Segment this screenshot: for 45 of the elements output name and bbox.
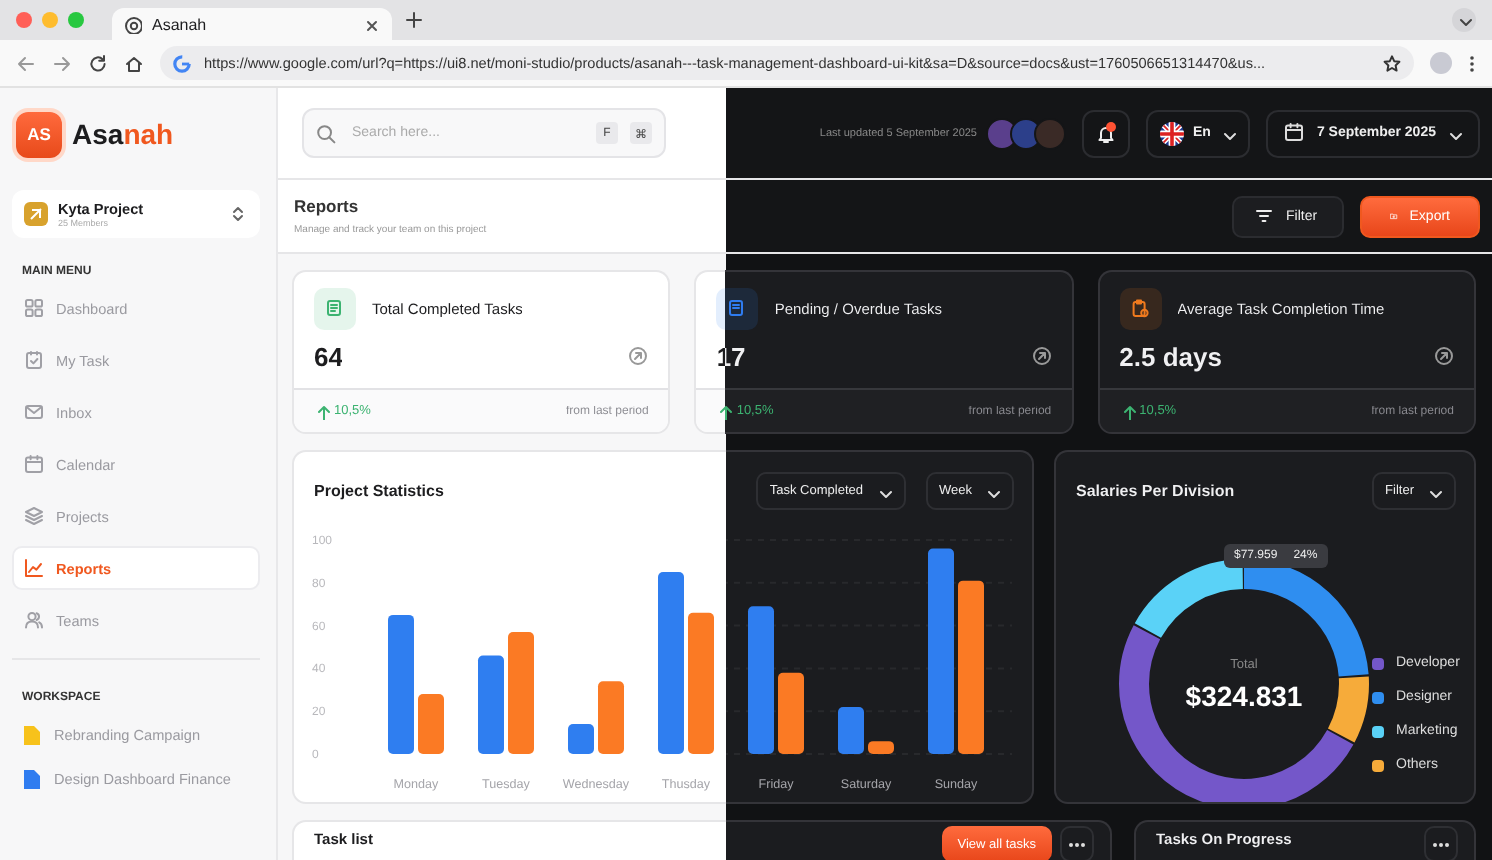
more-icon bbox=[1068, 841, 1086, 847]
more-button[interactable] bbox=[1060, 826, 1094, 860]
chevron-updown-icon bbox=[228, 204, 248, 224]
browser-favicon-icon bbox=[124, 15, 142, 33]
avatar bbox=[1033, 117, 1065, 149]
arrow-circle-icon[interactable] bbox=[1031, 346, 1052, 366]
arrow-up-icon bbox=[716, 403, 733, 419]
back-arrow-icon[interactable] bbox=[16, 53, 36, 73]
browser-tab[interactable]: Asanah bbox=[112, 8, 392, 40]
mail-icon bbox=[24, 402, 44, 422]
users-icon bbox=[24, 610, 44, 630]
more-button[interactable] bbox=[1424, 826, 1458, 860]
arrow-up-icon bbox=[314, 403, 330, 419]
arrow-circle-icon[interactable] bbox=[1433, 346, 1454, 366]
stat-value: 64 bbox=[314, 341, 343, 371]
star-icon[interactable] bbox=[1382, 53, 1402, 73]
tab-menu-button[interactable] bbox=[1452, 8, 1476, 32]
layers-icon bbox=[24, 506, 44, 526]
more-icon bbox=[1432, 841, 1450, 847]
brand-name: Asanah bbox=[72, 118, 174, 150]
task-icon bbox=[24, 350, 44, 370]
flag-icon bbox=[1159, 121, 1183, 145]
more-icon[interactable] bbox=[1468, 53, 1476, 73]
home-icon[interactable] bbox=[124, 53, 144, 73]
page-title: Reports bbox=[294, 196, 361, 216]
calendar-icon bbox=[24, 454, 44, 474]
arrow-circle-icon[interactable] bbox=[628, 346, 649, 366]
stat-value: 2.5 days bbox=[1119, 341, 1222, 371]
avatar bbox=[985, 117, 1017, 149]
calendar-icon bbox=[1284, 122, 1307, 144]
search-icon bbox=[316, 123, 336, 143]
plus-icon[interactable] bbox=[404, 10, 424, 30]
filter-icon bbox=[1254, 206, 1274, 226]
project-icon bbox=[24, 202, 48, 226]
close-icon[interactable] bbox=[362, 15, 380, 33]
dashboard-icon bbox=[24, 298, 44, 318]
chart-icon bbox=[24, 558, 44, 578]
arrow-up-icon bbox=[1119, 403, 1136, 419]
notification-button[interactable] bbox=[1081, 109, 1129, 157]
google-icon bbox=[172, 53, 192, 73]
total-value: $324.831 bbox=[1185, 679, 1303, 711]
logo-mark: AS bbox=[16, 111, 62, 157]
reload-icon[interactable] bbox=[88, 53, 108, 73]
forward-arrow-icon[interactable] bbox=[52, 53, 72, 73]
bell-icon bbox=[1095, 123, 1115, 143]
